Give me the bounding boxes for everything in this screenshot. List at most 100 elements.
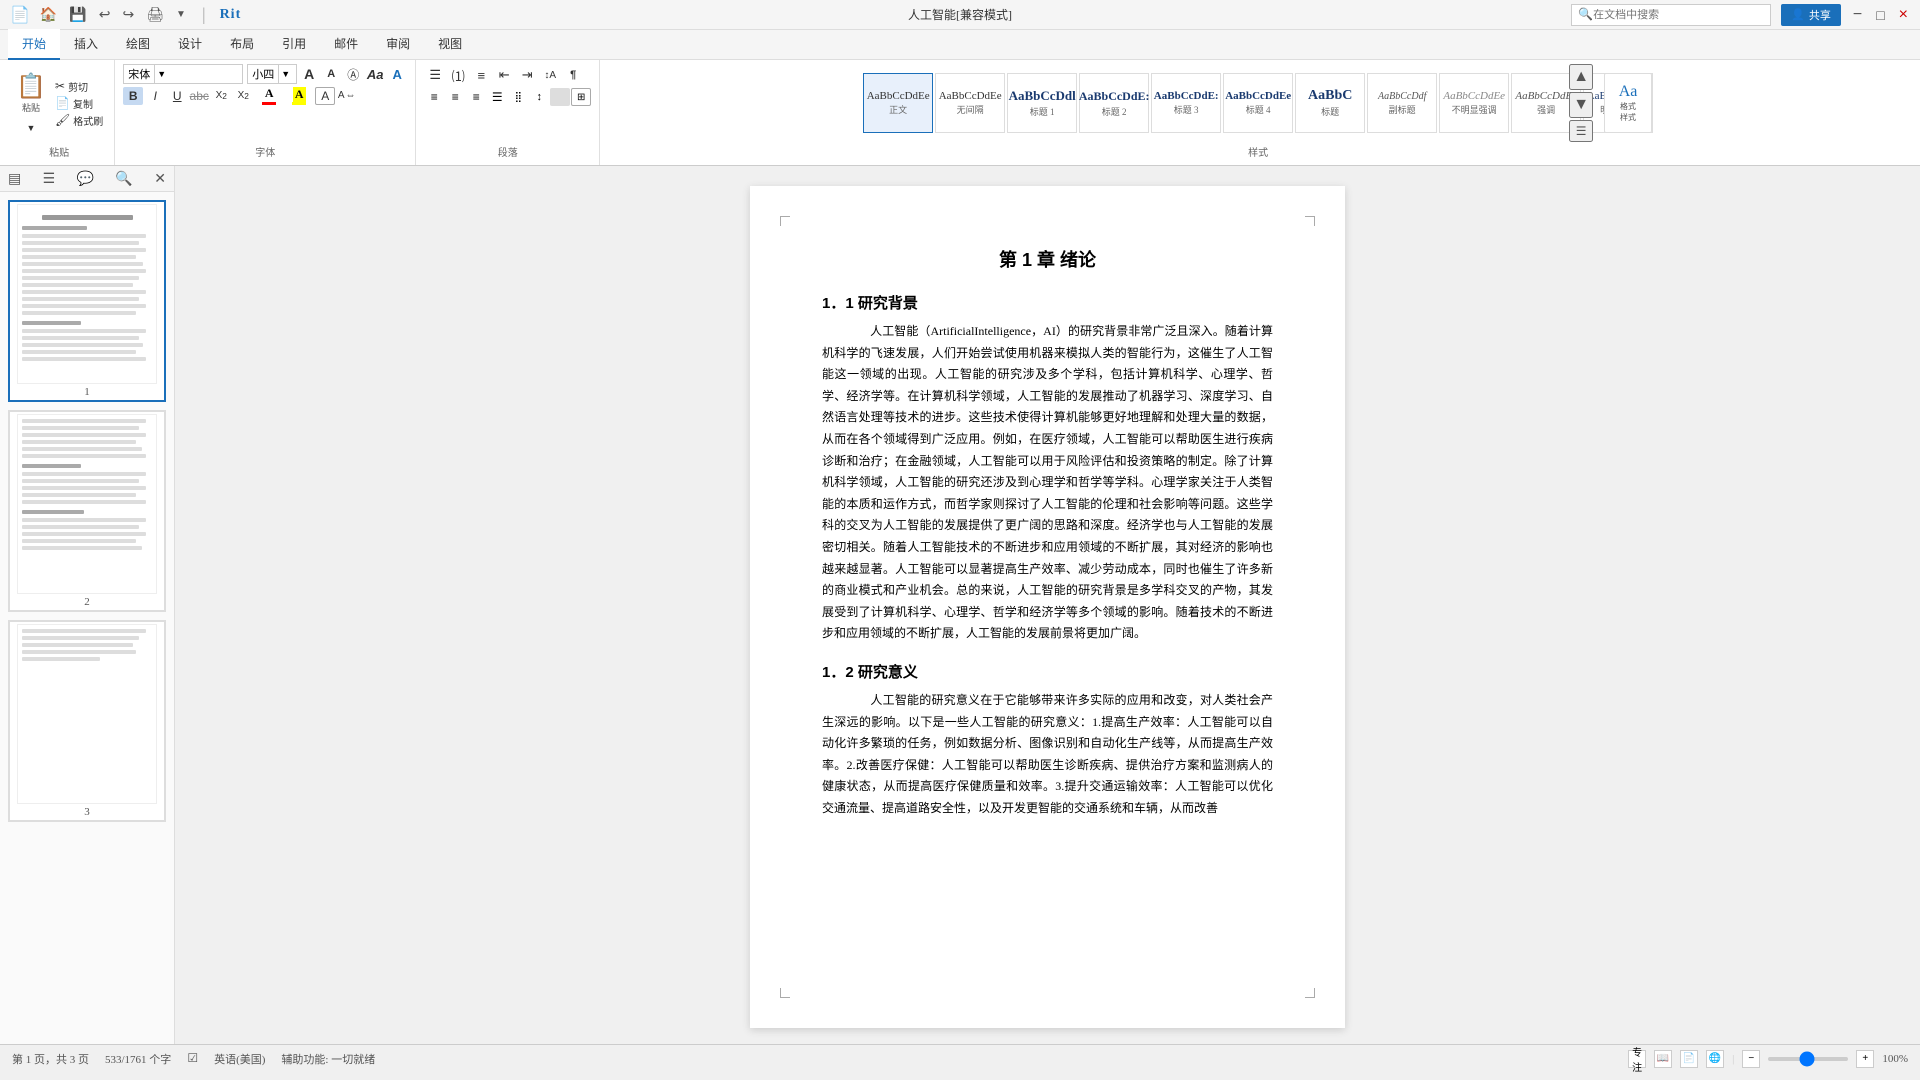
panel-outline-view[interactable]: ☰	[43, 170, 56, 187]
align-center-button[interactable]: ≡	[445, 88, 465, 106]
numbering-button[interactable]: ⑴	[447, 64, 469, 86]
increase-indent-button[interactable]: ⇥	[516, 64, 538, 86]
char-spacing-button[interactable]: A⇔	[337, 87, 357, 105]
tab-draw[interactable]: 绘图	[112, 29, 164, 60]
search-input[interactable]	[1593, 9, 1763, 21]
ribbon: 📋 粘贴 ▼ ✂ 剪切 📄 复制 🖌 格式刷 粘贴	[0, 60, 1920, 166]
strikethrough-button[interactable]: abc	[189, 87, 209, 105]
italic-button[interactable]: I	[145, 87, 165, 105]
subscript-button[interactable]: X2	[211, 87, 231, 105]
panel-thumb-view[interactable]: ▤	[8, 170, 21, 187]
font-shrink-button[interactable]: A	[321, 65, 341, 83]
shading-button[interactable]	[550, 88, 570, 106]
styles-content: AaBbCcDdEe正文AaBbCcDdEe无间隔AaBbCcDdl标题 1Aa…	[863, 64, 1653, 142]
line-spacing-button[interactable]: ↕	[529, 88, 549, 106]
section-2-content: 人工智能的研究意义在于它能够带来许多实际的应用和改变，对人类社会产生深远的影响。…	[822, 690, 1273, 820]
paste-button[interactable]: 📋 粘贴	[12, 69, 50, 119]
font-color-btn[interactable]: A	[255, 86, 283, 105]
read-view-button[interactable]: 📖	[1654, 1050, 1672, 1068]
qa-home[interactable]: 🏠	[38, 6, 59, 23]
page-thumb-num-1: 1	[84, 386, 90, 398]
page-view-button[interactable]: 📄	[1680, 1050, 1698, 1068]
tab-view[interactable]: 视图	[424, 29, 476, 60]
font-row-1: 宋体 ▼ 小四 ▼ A A Ⓐ Aa A	[123, 64, 407, 84]
change-case-button[interactable]: Aa	[365, 65, 385, 83]
app-icon: 📄	[10, 5, 30, 25]
sort-button[interactable]: ↕A	[539, 64, 561, 86]
bold-button[interactable]: B	[123, 87, 143, 105]
tab-layout[interactable]: 布局	[216, 29, 268, 60]
font-name-combo[interactable]: 宋体 ▼	[123, 64, 243, 84]
qa-undo[interactable]: ↩	[97, 6, 113, 23]
window-title: 人工智能[兼容模式]	[908, 6, 1012, 23]
qa-save[interactable]: 💾	[67, 6, 88, 23]
style-item-no-spacing[interactable]: AaBbCcDdEe无间隔	[935, 73, 1005, 133]
close-button[interactable]: ×	[1897, 6, 1910, 24]
justify-button[interactable]: ☰	[487, 88, 507, 106]
tab-references[interactable]: 引用	[268, 29, 320, 60]
zoom-in-button[interactable]: +	[1856, 1050, 1874, 1068]
multilevel-button[interactable]: ≡	[470, 64, 492, 86]
cut-button[interactable]: ✂ 剪切	[52, 78, 106, 94]
style-item-h3[interactable]: AaBbCcDdE:标题 3	[1151, 73, 1221, 133]
format-style-button[interactable]: Aa 格式 样式	[1604, 73, 1652, 133]
maximize-button[interactable]: □	[1874, 7, 1886, 23]
style-item-subtle-em[interactable]: AaBbCcDdEe不明显强调	[1439, 73, 1509, 133]
qa-more[interactable]: ▼	[174, 9, 188, 20]
page-thumb-2[interactable]: 2	[8, 410, 166, 612]
style-item-subtitle[interactable]: AaBbCcDdf副标题	[1367, 73, 1437, 133]
highlight-char: A	[293, 87, 306, 102]
gallery-expand[interactable]: ☰	[1569, 120, 1593, 142]
text-effect-button[interactable]: A	[387, 65, 407, 83]
font-grow-button[interactable]: A	[299, 65, 319, 83]
text-border-button[interactable]: A	[315, 87, 335, 105]
pages-panel: 1	[0, 192, 174, 830]
style-item-h1[interactable]: AaBbCcDdl标题 1	[1007, 73, 1077, 133]
gallery-scroll-down[interactable]: ▼	[1569, 92, 1593, 118]
clear-format-button[interactable]: Ⓐ	[343, 65, 363, 83]
qa-print[interactable]: 🖨	[144, 6, 166, 23]
gallery-scroll-up[interactable]: ▲	[1569, 64, 1593, 90]
bullets-button[interactable]: ☰	[424, 64, 446, 86]
page-thumb-3[interactable]: 3	[8, 620, 166, 822]
panel-comments-view[interactable]: 💬	[77, 170, 94, 187]
tab-mail[interactable]: 邮件	[320, 29, 372, 60]
share-button[interactable]: 👤 共享	[1781, 4, 1841, 26]
zoom-out-button[interactable]: −	[1742, 1050, 1760, 1068]
styles-label: 样式	[1248, 142, 1268, 161]
web-view-button[interactable]: 🌐	[1706, 1050, 1724, 1068]
tab-review[interactable]: 审阅	[372, 29, 424, 60]
tab-start[interactable]: 开始	[8, 29, 60, 60]
font-size-combo[interactable]: 小四 ▼	[247, 64, 297, 84]
minimize-button[interactable]: −	[1851, 6, 1864, 24]
page-thumb-1[interactable]: 1	[8, 200, 166, 402]
style-item-normal[interactable]: AaBbCcDdEe正文	[863, 73, 933, 133]
paragraph-group: ☰ ⑴ ≡ ⇤ ⇥ ↕A ¶ ≡ ≡ ≡ ☰ ⣿ ↕ ⊞ 段落	[416, 60, 600, 165]
style-item-h2[interactable]: AaBbCcDdE:标题 2	[1079, 73, 1149, 133]
qa-redo[interactable]: ↪	[121, 6, 137, 23]
show-marks-button[interactable]: ¶	[562, 64, 584, 86]
paste-dropdown[interactable]: ▼	[23, 119, 40, 137]
panel-close[interactable]: ✕	[154, 170, 166, 187]
align-left-button[interactable]: ≡	[424, 88, 444, 106]
style-item-title[interactable]: AaBbC标题	[1295, 73, 1365, 133]
col-layout-button[interactable]: ⣿	[508, 88, 528, 106]
decrease-indent-button[interactable]: ⇤	[493, 64, 515, 86]
document-area[interactable]: 第 1 章 绪论 1．1 研究背景 人工智能（ArtificialIntelli…	[175, 166, 1920, 1044]
panel-search[interactable]: 🔍	[115, 170, 132, 187]
format-painter-button[interactable]: 🖌 格式刷	[52, 112, 106, 128]
search-box: 🔍	[1571, 4, 1771, 26]
tab-design[interactable]: 设计	[164, 29, 216, 60]
borders-button[interactable]: ⊞	[571, 88, 591, 106]
font-color-bar	[262, 102, 276, 105]
zoom-slider[interactable]	[1768, 1057, 1848, 1061]
underline-button[interactable]: U	[167, 87, 187, 105]
superscript-button[interactable]: X2	[233, 87, 253, 105]
highlight-color-btn[interactable]: A	[285, 87, 313, 105]
copy-button[interactable]: 📄 复制	[52, 95, 106, 111]
style-item-h4[interactable]: AaBbCcDdEe标题 4	[1223, 73, 1293, 133]
section-2-heading: 1．2 研究意义	[822, 661, 1273, 682]
align-right-button[interactable]: ≡	[466, 88, 486, 106]
tab-insert[interactable]: 插入	[60, 29, 112, 60]
focus-button[interactable]: 专注	[1628, 1050, 1646, 1068]
